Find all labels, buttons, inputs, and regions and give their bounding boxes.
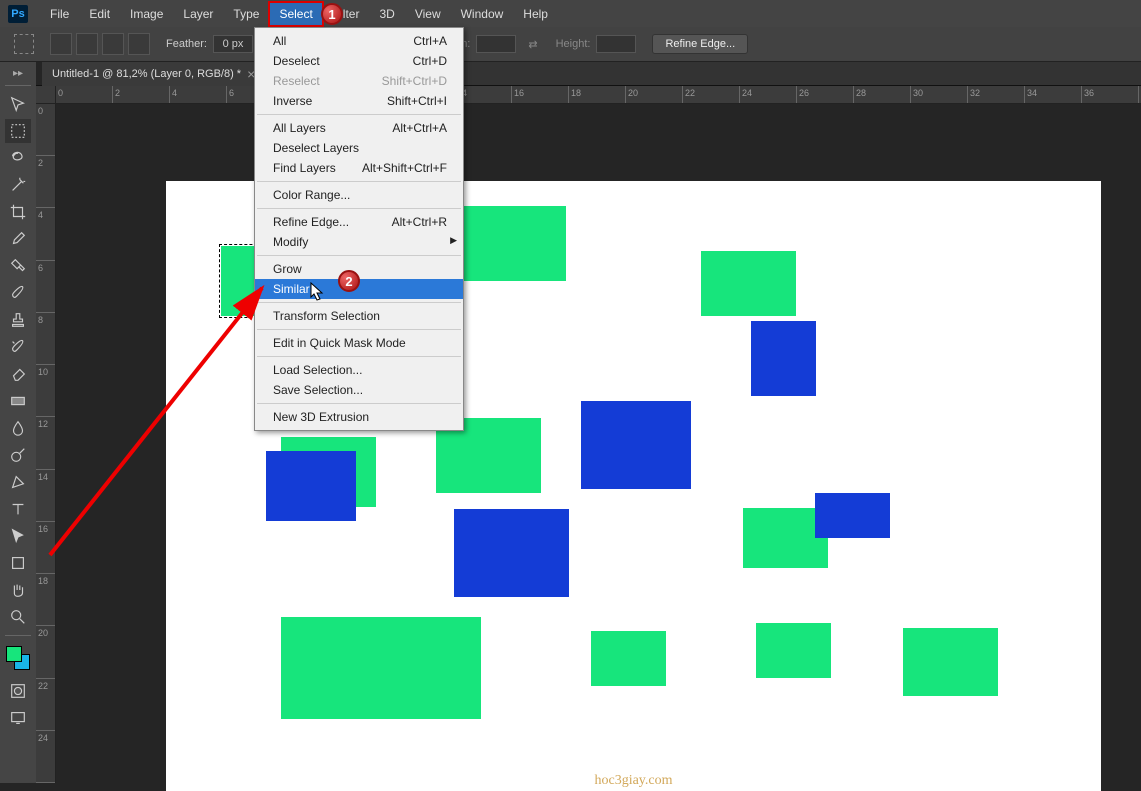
menu-window[interactable]: Window [451,2,514,26]
options-bar: Feather: Anti-alias Style: Normal Width:… [0,27,1141,62]
color-swatch[interactable] [6,646,30,670]
path-select-tool-icon[interactable] [5,524,31,548]
subtract-selection-icon[interactable] [102,33,124,55]
shape-rect [281,617,481,719]
height-input [596,35,636,53]
menu-type[interactable]: Type [223,2,269,26]
collapse-icon[interactable]: ▸▸ [13,68,23,79]
tools-panel: ▸▸ [0,62,36,783]
menu-item-load-selection[interactable]: Load Selection... [255,360,463,380]
height-label: Height: [556,38,591,50]
brush-tool-icon[interactable] [5,281,31,305]
pen-tool-icon[interactable] [5,470,31,494]
menu-edit[interactable]: Edit [79,2,120,26]
menu-item-transform-selection[interactable]: Transform Selection [255,306,463,326]
refine-edge-button[interactable]: Refine Edge... [652,34,748,54]
wand-tool-icon[interactable] [5,173,31,197]
dodge-tool-icon[interactable] [5,443,31,467]
ruler-corner [36,86,56,104]
feather-label: Feather: [166,38,207,50]
history-brush-tool-icon[interactable] [5,335,31,359]
eraser-tool-icon[interactable] [5,362,31,386]
watermark-text: hoc3giay.com [594,773,672,789]
hand-tool-icon[interactable] [5,578,31,602]
zoom-tool-icon[interactable] [5,605,31,629]
menu-item-refine-edge[interactable]: Refine Edge...Alt+Ctrl+R [255,212,463,232]
menu-item-edit-in-quick-mask-mode[interactable]: Edit in Quick Mask Mode [255,333,463,353]
menu-item-reselect: ReselectShift+Ctrl+D [255,71,463,91]
menu-item-save-selection[interactable]: Save Selection... [255,380,463,400]
canvas-area: 0246810121416182022242628303234363840424… [36,86,1141,783]
shape-tool-icon[interactable] [5,551,31,575]
add-selection-icon[interactable] [76,33,98,55]
menu-item-inverse[interactable]: InverseShift+Ctrl+I [255,91,463,111]
app-logo: Ps [8,5,28,23]
crop-tool-icon[interactable] [5,200,31,224]
menu-view[interactable]: View [405,2,451,26]
intersect-selection-icon[interactable] [128,33,150,55]
shape-rect [815,493,890,538]
shape-rect [903,628,998,696]
shape-rect [461,206,566,281]
shape-rect [709,251,719,261]
menu-item-modify[interactable]: Modify▶ [255,232,463,252]
menu-image[interactable]: Image [120,2,173,26]
menu-help[interactable]: Help [513,2,558,26]
tool-preset-icon[interactable] [14,34,34,54]
menu-item-new-3d-extrusion[interactable]: New 3D Extrusion [255,407,463,427]
type-tool-icon[interactable] [5,497,31,521]
menu-item-find-layers[interactable]: Find LayersAlt+Shift+Ctrl+F [255,158,463,178]
menu-item-deselect-layers[interactable]: Deselect Layers [255,138,463,158]
document-tab-bar: Untitled-1 @ 81,2% (Layer 0, RGB/8) * × [0,62,1141,86]
marquee-tool-icon[interactable] [5,119,31,143]
new-selection-icon[interactable] [50,33,72,55]
ruler-horizontal: 0246810121416182022242628303234363840424… [56,86,1141,104]
menu-file[interactable]: File [40,2,79,26]
quickmask-icon[interactable] [5,679,31,703]
shape-rect [266,451,356,521]
shape-rect [454,509,569,597]
menu-item-all-layers[interactable]: All LayersAlt+Ctrl+A [255,118,463,138]
select-menu-dropdown: AllCtrl+ADeselectCtrl+DReselectShift+Ctr… [254,27,464,431]
blur-tool-icon[interactable] [5,416,31,440]
gradient-tool-icon[interactable] [5,389,31,413]
ruler-vertical: 024681012141618202224 [36,104,56,783]
annotation-badge-1: 1 [321,3,343,25]
annotation-badge-2: 2 [338,270,360,292]
shape-rect [751,321,816,396]
feather-input[interactable] [213,35,253,53]
menu-item-deselect[interactable]: DeselectCtrl+D [255,51,463,71]
document-tab[interactable]: Untitled-1 @ 81,2% (Layer 0, RGB/8) * × [42,62,266,86]
menu-bar: Ps FileEditImageLayerTypeSelectFilter3DV… [0,0,1141,27]
width-input [476,35,516,53]
menu-layer[interactable]: Layer [173,2,223,26]
healing-tool-icon[interactable] [5,254,31,278]
shape-rect [756,623,831,678]
document-tab-title: Untitled-1 @ 81,2% (Layer 0, RGB/8) * [52,68,241,80]
menu-item-all[interactable]: AllCtrl+A [255,31,463,51]
stamp-tool-icon[interactable] [5,308,31,332]
eyedropper-tool-icon[interactable] [5,227,31,251]
shape-rect [581,401,691,489]
lasso-tool-icon[interactable] [5,146,31,170]
menu-item-color-range[interactable]: Color Range... [255,185,463,205]
screenmode-icon[interactable] [5,706,31,730]
menu-3d[interactable]: 3D [369,2,404,26]
shape-rect [591,631,666,686]
move-tool-icon[interactable] [5,92,31,116]
menu-select[interactable]: Select [269,2,322,26]
